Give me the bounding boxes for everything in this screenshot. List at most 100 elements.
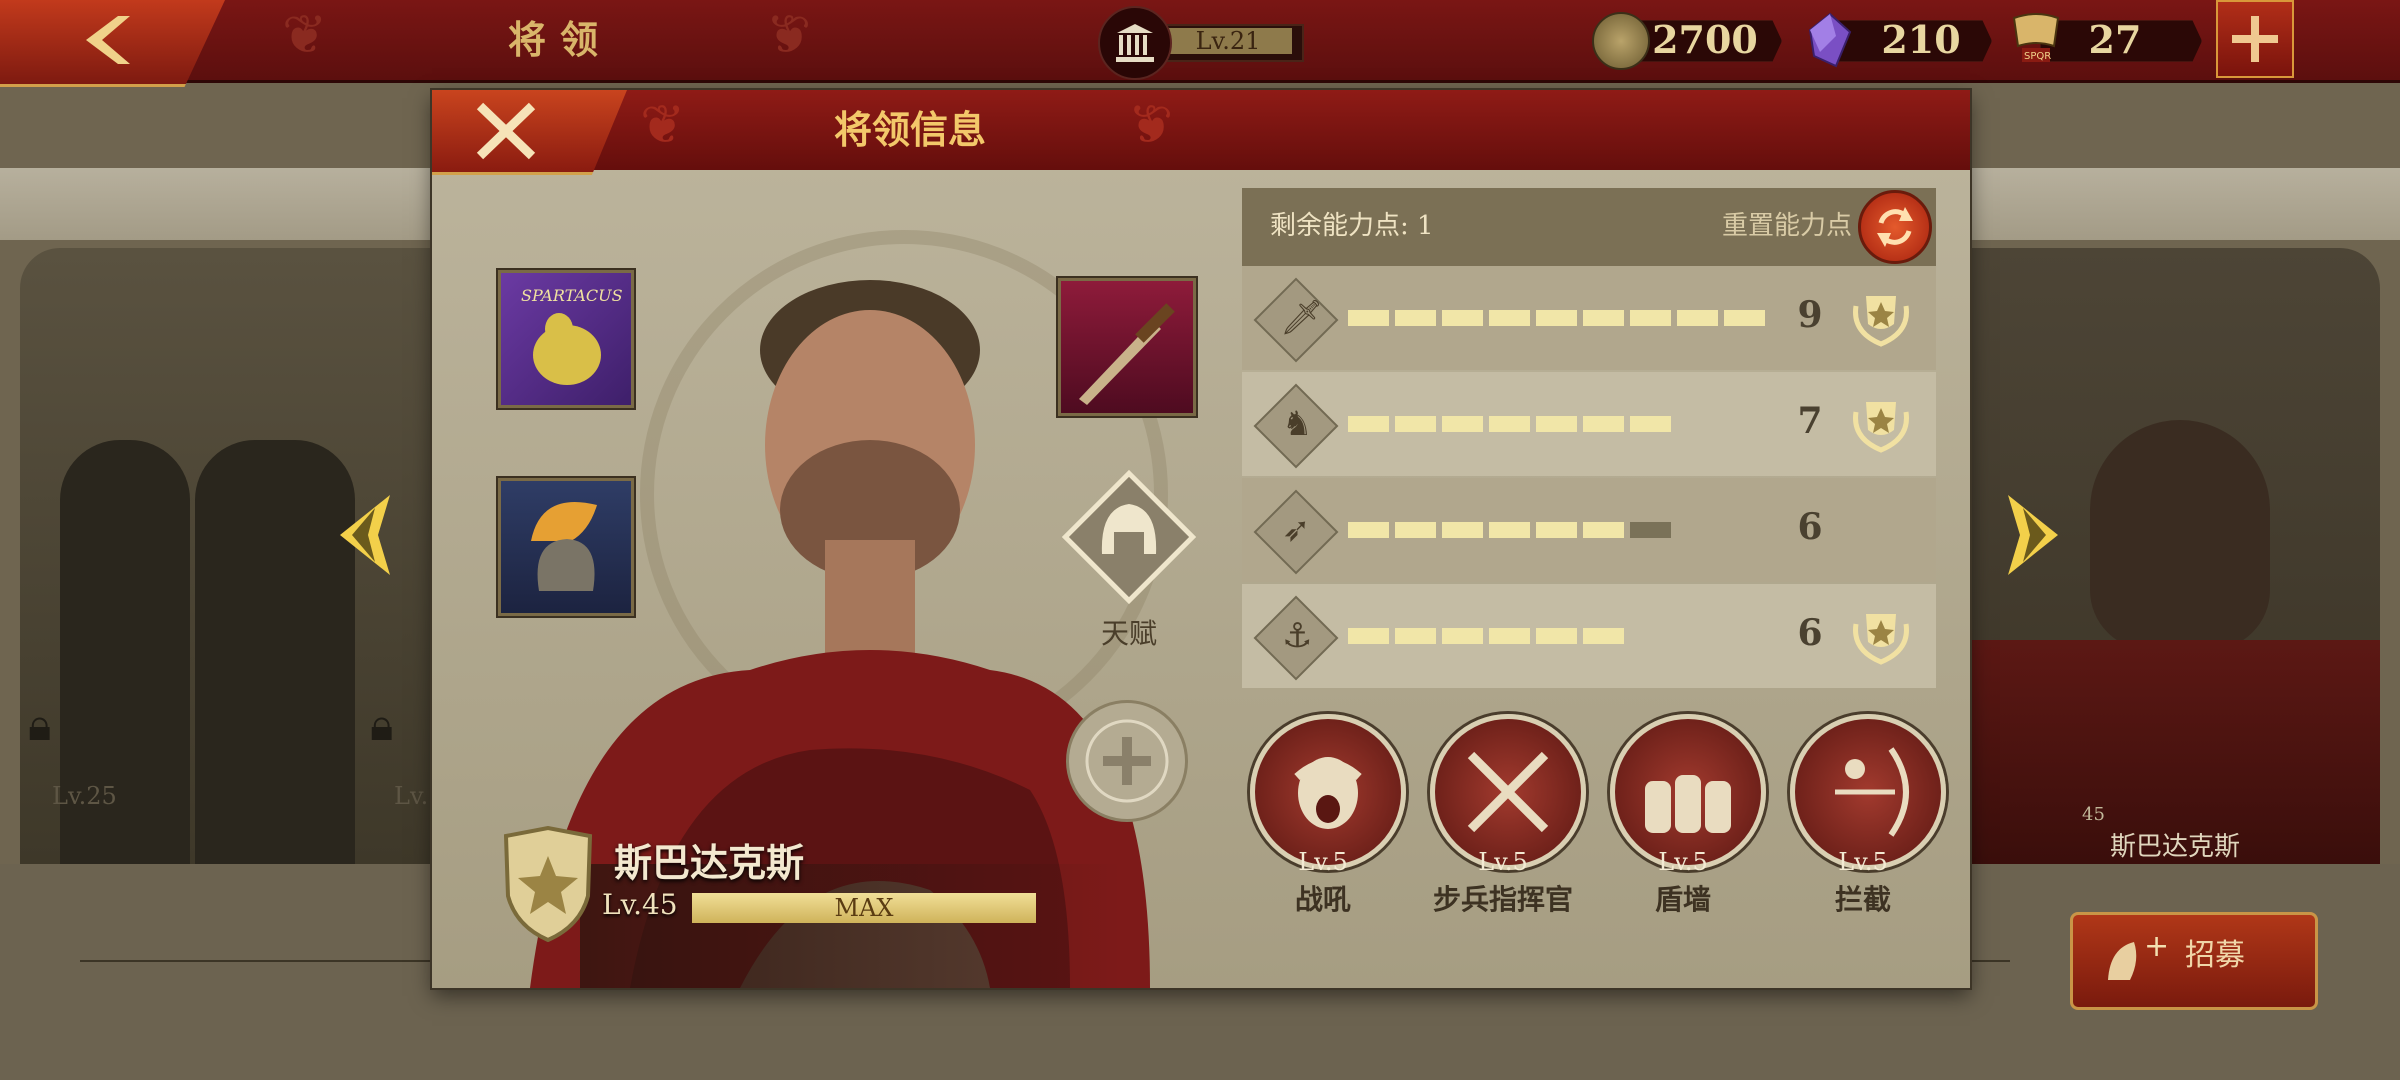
add-resources-button[interactable] — [2216, 0, 2294, 78]
sword-glyph: 🗡︎ — [1280, 298, 1324, 338]
stat-segment-filled — [1442, 310, 1483, 326]
add-slot-button[interactable] — [1066, 700, 1188, 822]
laurel-left-icon: ❦ — [282, 3, 328, 66]
plus-icon — [1085, 719, 1169, 803]
svg-text:+: + — [2144, 930, 2169, 964]
stat-segment-filled — [1395, 310, 1436, 326]
coin-icon — [1592, 12, 1650, 70]
stat-segment-filled — [1536, 416, 1577, 432]
laurel-star-badge-icon — [1846, 604, 1916, 672]
laurel-left-icon: ❦ — [640, 93, 686, 156]
stat-segment-filled — [1395, 416, 1436, 432]
plus-icon — [2232, 16, 2278, 62]
skill-name: 盾墙 — [1654, 883, 1711, 916]
stat-segment-empty — [1630, 522, 1671, 538]
equipment-weapon-slot[interactable] — [1058, 278, 1196, 416]
stat-segment-filled — [1348, 310, 1389, 326]
stat-segment-filled — [1348, 416, 1389, 432]
chevron-right-icon — [2008, 495, 2058, 575]
archer-icon — [1835, 747, 1909, 837]
coin-value: 2700 — [1652, 17, 1758, 62]
laurel-right-icon: ❦ — [1128, 93, 1174, 156]
stat-segment-filled — [1583, 628, 1624, 644]
stat-bar-naval — [1348, 628, 1778, 644]
stat-bar-cavalry — [1348, 416, 1778, 432]
skill-level: Lv.5 — [1838, 848, 1888, 876]
locked-general-level: Lv.25 — [52, 782, 117, 810]
shield-wall-icon — [1645, 775, 1731, 833]
stat-segment-filled — [1677, 310, 1718, 326]
gem-value: 210 — [1881, 17, 1961, 62]
stat-segment-filled — [1583, 522, 1624, 538]
stat-segment-filled — [1489, 310, 1530, 326]
skill-infantry-commander-button[interactable] — [1430, 714, 1586, 870]
next-general-name: 斯巴达克斯 — [2110, 832, 2241, 862]
stat-segment-filled — [1489, 416, 1530, 432]
talent-helmet-icon — [1061, 469, 1197, 605]
stat-segment-filled — [1489, 522, 1530, 538]
skill-warcry-button[interactable] — [1250, 714, 1406, 870]
warcry-icon — [1294, 757, 1362, 829]
laurel-star-badge-icon — [1846, 392, 1916, 460]
talent-button[interactable] — [1054, 462, 1204, 616]
next-general-arrow[interactable] — [1998, 490, 2068, 584]
stat-segment-filled — [1724, 310, 1765, 326]
talent-label: 天赋 — [1100, 617, 1157, 650]
back-arrow-icon — [86, 16, 130, 64]
anchor-glyph: ⚓ — [1282, 616, 1313, 656]
reset-points-button[interactable] — [1858, 190, 1932, 264]
laurel-star-badge-icon — [1846, 286, 1916, 354]
general-name: 斯巴达克斯 — [614, 840, 805, 885]
skill-level: Lv.5 — [1658, 848, 1708, 876]
stat-segment-filled — [1536, 522, 1577, 538]
close-icon — [476, 102, 536, 160]
building-level: Lv.21 — [1195, 27, 1261, 55]
lock-icon: 🔒︎ — [370, 700, 394, 751]
next-general-level: 45 — [2082, 804, 2105, 825]
equipment-banner-slot[interactable]: SPARTACUS — [498, 270, 634, 408]
spartacus-banner-icon: SPARTACUS — [521, 286, 623, 385]
refresh-icon — [1877, 207, 1913, 247]
purple-gem-icon — [1808, 12, 1852, 72]
stat-segment-filled — [1536, 310, 1577, 326]
svg-text:SPARTACUS: SPARTACUS — [521, 286, 623, 305]
stat-segment-filled — [1348, 628, 1389, 644]
bow-glyph: ➶ — [1282, 510, 1311, 550]
remaining-points-label: 剩余能力点: 1 — [1270, 211, 1434, 241]
svg-text:SPQR: SPQR — [2024, 51, 2051, 62]
previous-general-arrow[interactable] — [330, 490, 400, 584]
stat-segment-filled — [1442, 416, 1483, 432]
chevron-left-icon — [340, 495, 390, 575]
horse-glyph: ♞ — [1282, 404, 1313, 444]
stat-segment-filled — [1630, 416, 1671, 432]
equipment-helmet-slot[interactable] — [498, 478, 634, 616]
spqr-banner-icon: SPQR — [2008, 10, 2064, 72]
skill-intercept-button[interactable] — [1790, 714, 1946, 870]
lock-icon: 🔒︎ — [28, 700, 52, 751]
skill-level: Lv.5 — [1298, 848, 1348, 876]
stat-value-naval: 6 — [1797, 612, 1823, 654]
stat-value-infantry: 9 — [1797, 294, 1823, 336]
stat-segment-filled — [1442, 628, 1483, 644]
crossed-swords-icon — [1467, 751, 1549, 833]
skill-name: 拦截 — [1834, 883, 1891, 916]
skill-shield-wall-button[interactable] — [1610, 714, 1766, 870]
stat-segment-filled — [1395, 522, 1436, 538]
skill-level: Lv.5 — [1478, 848, 1528, 876]
laurel-right-icon: ❦ — [766, 3, 812, 66]
modal-title: 将领信息 — [833, 107, 986, 152]
locked-general-level: Lv. — [394, 782, 429, 810]
next-general-portrait — [2090, 420, 2270, 650]
stat-value-cavalry: 7 — [1797, 400, 1823, 442]
recruit-label: 招募 — [2185, 938, 2245, 973]
helmet-icon — [531, 501, 597, 591]
rank-shield-icon — [500, 825, 596, 946]
floor-line — [1970, 960, 2010, 962]
stat-segment-filled — [1630, 310, 1671, 326]
stat-segment-filled — [1583, 416, 1624, 432]
stat-segment-filled — [1536, 628, 1577, 644]
skill-name: 步兵指挥官 — [1432, 883, 1573, 916]
helmet-plus-icon: + — [2100, 929, 2170, 994]
building-button[interactable] — [1098, 6, 1172, 80]
floor-line — [80, 960, 460, 962]
